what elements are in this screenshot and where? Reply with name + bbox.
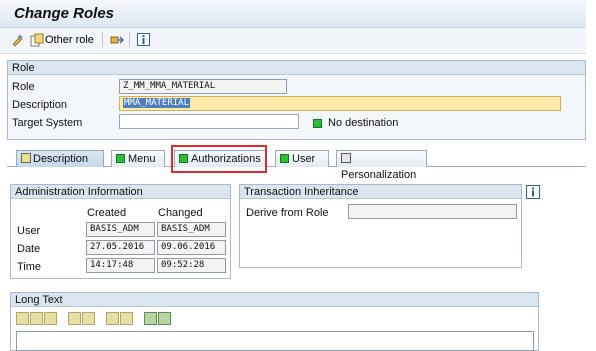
changed-user-field: BASIS_ADM [157,222,226,237]
created-user-field: BASIS_ADM [86,222,155,237]
derive-from-role-field [348,204,517,219]
find-next-icon[interactable] [120,312,134,325]
other-role-label: Other role [45,34,94,46]
target-system-label: Target System [12,117,83,129]
col-created-header: Created [87,207,127,219]
info-icon[interactable] [137,33,150,49]
display-change-icon[interactable] [11,33,25,50]
undo-icon[interactable] [68,312,82,325]
tab-user-label: User [292,153,316,165]
export-icon[interactable] [158,312,172,325]
toolbar-separator [129,32,130,47]
no-destination-label: No destination [328,117,399,129]
long-text-toolbar [16,312,172,328]
changed-date-field: 09.06.2016 [157,240,226,255]
admin-info-header: Administration Information [11,185,230,199]
cut-icon[interactable] [16,312,29,325]
find-icon[interactable] [106,312,120,325]
tab-personalization-label: Personalization [341,169,417,181]
created-time-field: 14:17:48 [86,258,155,273]
long-text-header: Long Text [11,293,538,307]
transaction-inheritance-panel: Transaction Inheritance [239,184,522,268]
role-panel-header: Role [8,61,585,75]
admin-row-label: Time [17,261,42,273]
role-field[interactable]: Z_MM_MMA_MATERIAL [119,79,287,94]
tab-menu[interactable]: Menu [111,150,165,167]
description-label: Description [12,99,68,111]
import-icon[interactable] [144,312,158,325]
status-green-icon [280,153,289,163]
highlight-annotation [171,145,267,173]
admin-row-label: Date [17,243,41,255]
tab-description-label: Description [33,153,89,165]
status-green-icon [313,117,322,129]
description-tab-icon [21,153,31,164]
col-changed-header: Changed [158,207,203,219]
tab-menu-label: Menu [128,153,156,165]
created-date-field: 27.05.2016 [86,240,155,255]
admin-row-label: User [17,225,41,237]
long-text-editor[interactable] [16,331,534,351]
copy-icon[interactable] [30,312,43,325]
target-system-field[interactable] [119,114,299,129]
page-title: Change Roles [14,5,115,22]
transaction-inheritance-header: Transaction Inheritance [240,185,521,199]
status-green-icon [116,153,125,163]
description-field[interactable]: MMA_MATERIAL [119,96,561,111]
role-label: Role [12,81,35,93]
paste-icon[interactable] [44,312,57,325]
derive-from-role-label: Derive from Role [246,207,329,219]
tab-user[interactable]: User [275,150,329,167]
description-value: MMA_MATERIAL [123,98,191,108]
toolbar-separator [102,32,103,47]
info-icon[interactable] [526,185,540,202]
changed-time-field: 09:52:28 [157,258,226,273]
transport-icon[interactable] [110,33,125,50]
other-role-button[interactable]: Other role [30,33,94,47]
tab-description[interactable]: Description [16,150,104,167]
redo-icon[interactable] [82,312,96,325]
tab-personalization[interactable]: Personalization [336,150,427,181]
personalization-icon [341,153,351,164]
